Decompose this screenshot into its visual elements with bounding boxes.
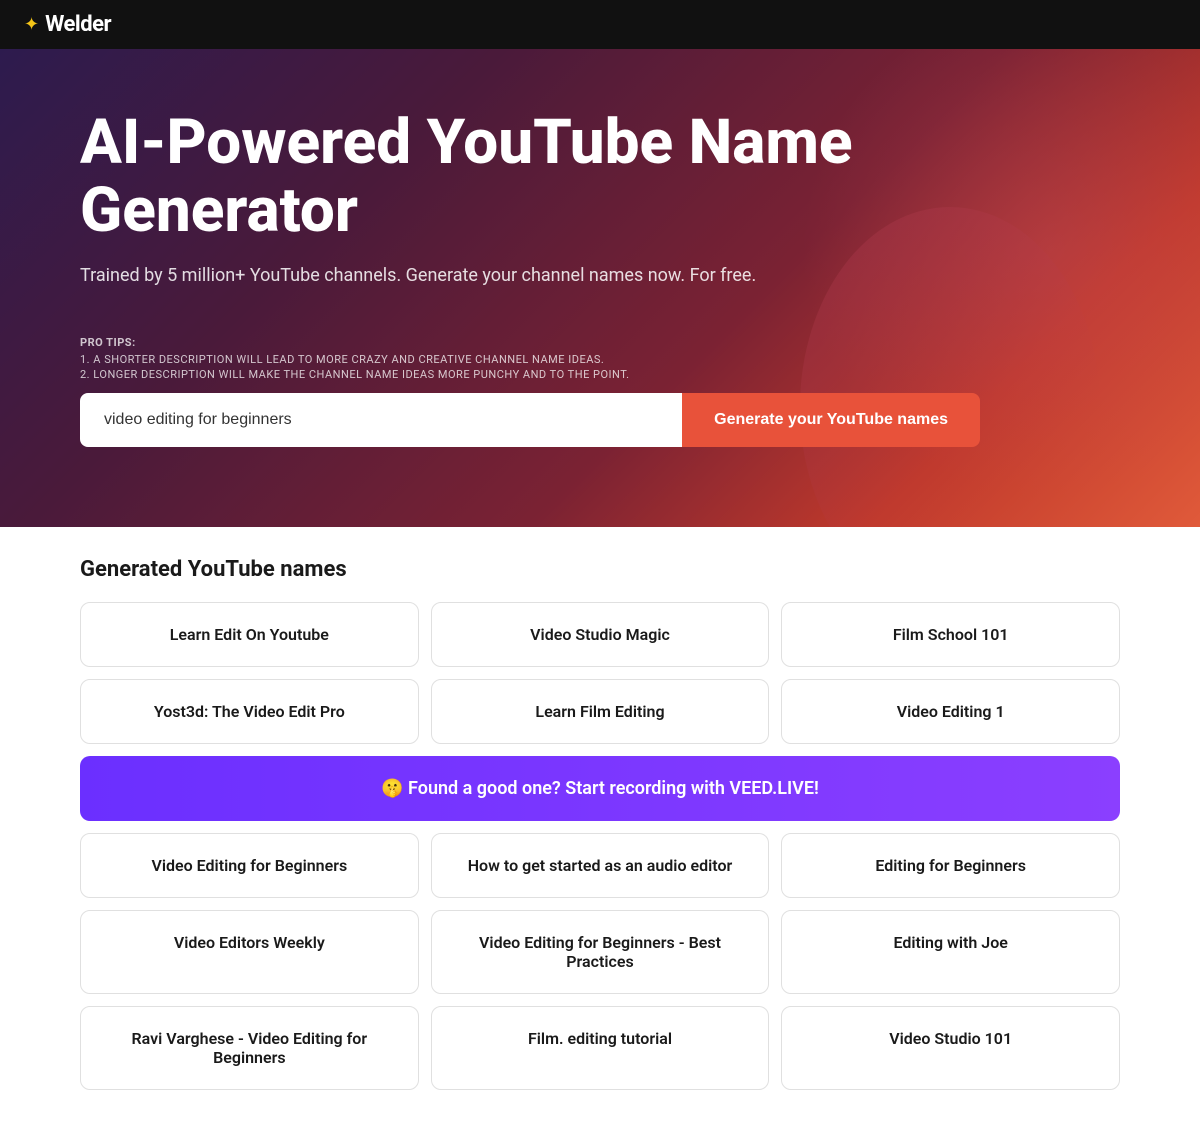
name-card[interactable]: Film School 101 (781, 602, 1120, 667)
pro-tips-label: PRO TIPS: (80, 336, 1120, 349)
name-card[interactable]: Video Editing 1 (781, 679, 1120, 744)
name-card[interactable]: Video Editors Weekly (80, 910, 419, 994)
app-header: ✦ Welder (0, 0, 1200, 49)
hero-section: AI-Powered YouTube Name Generator Traine… (0, 49, 1200, 527)
name-card[interactable]: Video Editing for Beginners - Best Pract… (431, 910, 770, 994)
results-title: Generated YouTube names (80, 557, 1120, 582)
logo-text: Welder (45, 12, 111, 37)
pro-tips: PRO TIPS: 1. A SHORTER DESCRIPTION WILL … (80, 336, 1120, 381)
name-card[interactable]: Video Studio 101 (781, 1006, 1120, 1090)
names-grid: Learn Edit On YoutubeVideo Studio MagicF… (80, 602, 1120, 1090)
generate-button[interactable]: Generate your YouTube names (682, 393, 980, 447)
results-section: Generated YouTube names Learn Edit On Yo… (0, 527, 1200, 1130)
name-card[interactable]: Video Editing for Beginners (80, 833, 419, 898)
search-input[interactable] (80, 393, 682, 447)
name-card[interactable]: Learn Film Editing (431, 679, 770, 744)
pro-tip-1: 1. A SHORTER DESCRIPTION WILL LEAD TO MO… (80, 353, 1120, 366)
logo-icon: ✦ (24, 14, 39, 35)
cta-banner[interactable]: 🤫 Found a good one? Start recording with… (80, 756, 1120, 821)
name-card[interactable]: Editing with Joe (781, 910, 1120, 994)
hero-subtitle: Trained by 5 million+ YouTube channels. … (80, 265, 1120, 286)
name-card[interactable]: Video Studio Magic (431, 602, 770, 667)
name-card[interactable]: Editing for Beginners (781, 833, 1120, 898)
hero-title: AI-Powered YouTube Name Generator (80, 109, 1120, 245)
name-card[interactable]: How to get started as an audio editor (431, 833, 770, 898)
search-bar: Generate your YouTube names (80, 393, 980, 447)
name-card[interactable]: Learn Edit On Youtube (80, 602, 419, 667)
name-card[interactable]: Yost3d: The Video Edit Pro (80, 679, 419, 744)
pro-tip-2: 2. LONGER DESCRIPTION WILL MAKE THE CHAN… (80, 368, 1120, 381)
name-card[interactable]: Film. editing tutorial (431, 1006, 770, 1090)
name-card[interactable]: Ravi Varghese - Video Editing for Beginn… (80, 1006, 419, 1090)
